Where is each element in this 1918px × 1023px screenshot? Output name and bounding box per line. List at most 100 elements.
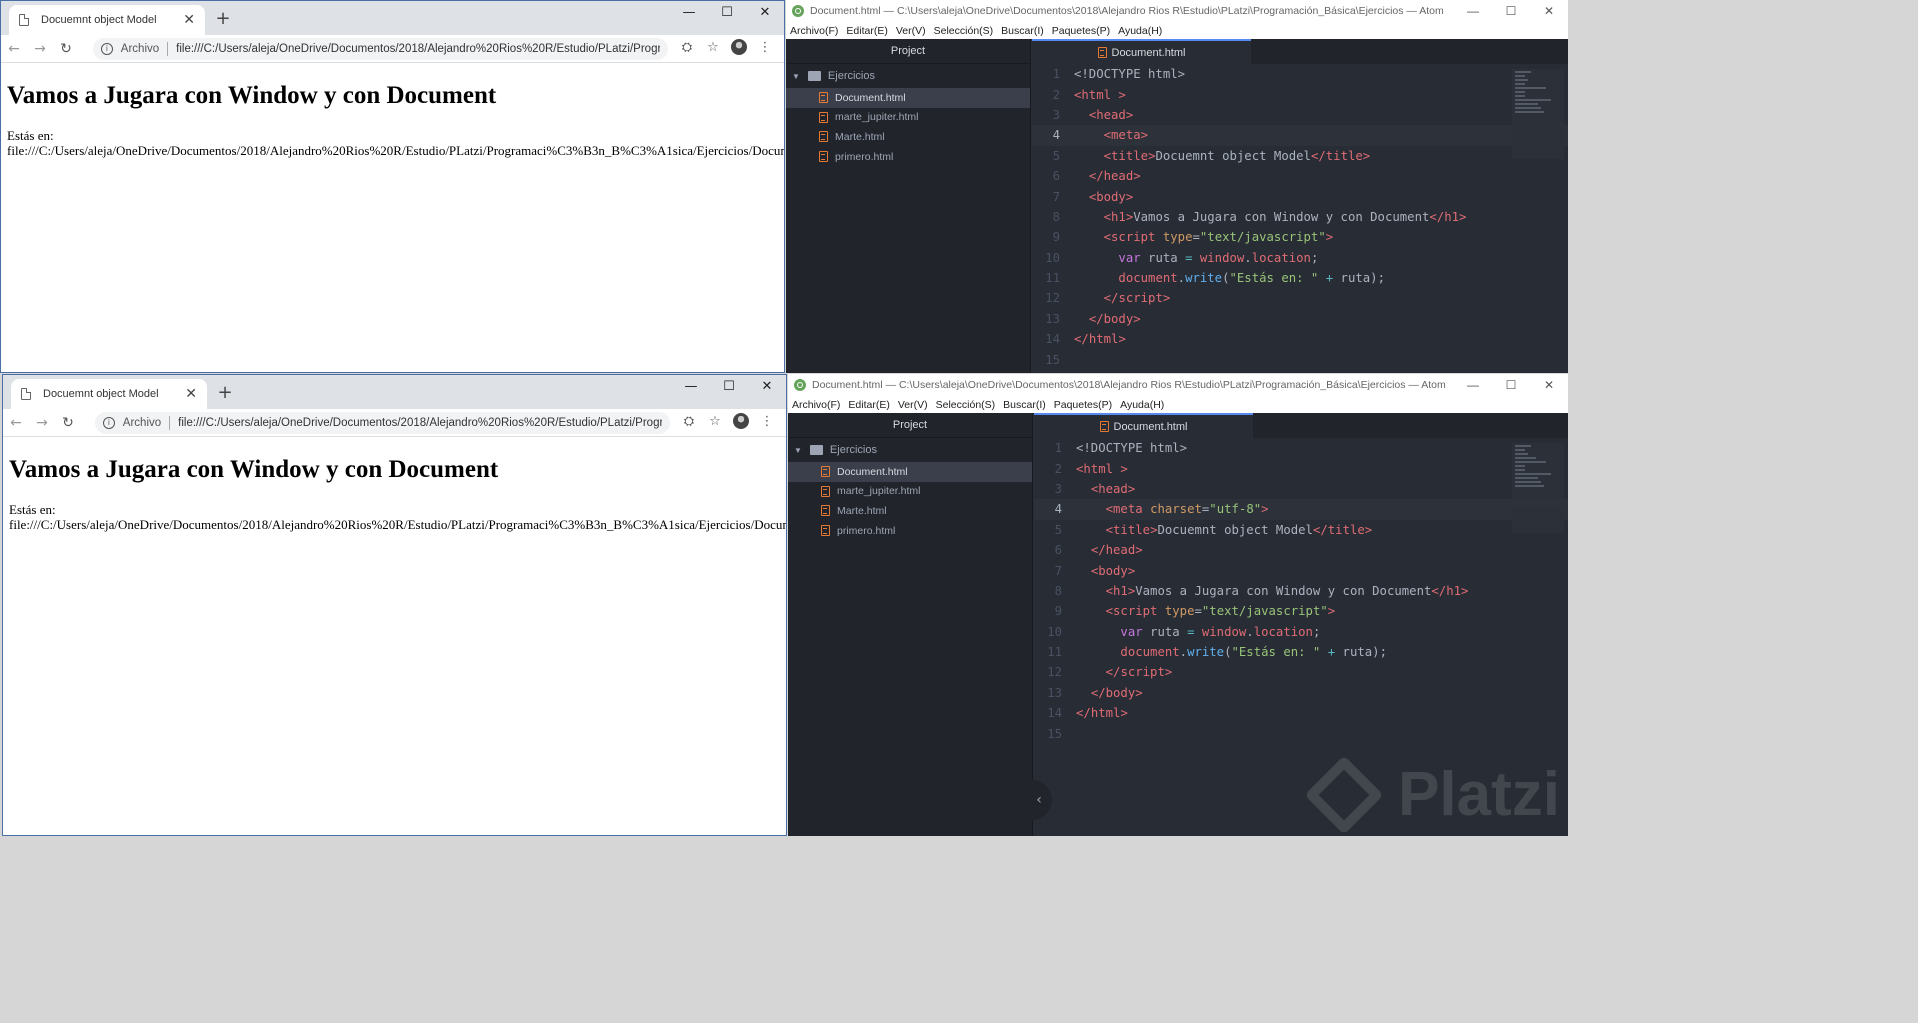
minimize-button[interactable]: — (672, 375, 710, 397)
menu-ver[interactable]: Ver(V) (896, 25, 926, 37)
menu-paquetes[interactable]: Paquetes(P) (1054, 399, 1112, 411)
menu-icon[interactable]: ⋮ (754, 414, 780, 429)
menu-ayuda[interactable]: Ayuda(H) (1120, 399, 1164, 411)
code-text: location (1251, 250, 1311, 265)
code-line: 12 </script > (1034, 662, 1568, 682)
menu-icon[interactable]: ⋮ (752, 40, 778, 55)
project-header[interactable]: Project (788, 413, 1032, 438)
avatar[interactable] (733, 413, 749, 429)
code-text: write (1185, 271, 1223, 286)
code-line: 5 < title > Docuemnt object Model </title > (1034, 520, 1568, 540)
folder-ejercicios[interactable]: ▼ Ejercicios (788, 438, 1032, 462)
back-button[interactable]: ← (1, 41, 27, 57)
close-window-button[interactable]: ✕ (1530, 374, 1568, 396)
info-icon[interactable]: i (101, 43, 113, 55)
code-line: 14 </html > (1032, 329, 1568, 349)
code-editor[interactable]: Document.html 1 <!DOCTYPE html> 2 < html > … (1034, 413, 1568, 836)
browser-tab[interactable]: Docuemnt object Model ✕ (11, 379, 207, 409)
code-text: h1 (1111, 209, 1126, 224)
code-text: charset (1150, 502, 1202, 517)
maximize-button[interactable]: ☐ (710, 375, 748, 397)
file-label: primero.html (837, 524, 896, 537)
editor-tab[interactable]: Document.html (1032, 39, 1251, 64)
menu-ver[interactable]: Ver(V) (898, 399, 928, 411)
file-item[interactable]: primero.html (786, 147, 1030, 167)
file-item[interactable]: marte_jupiter.html (786, 108, 1030, 128)
code-editor[interactable]: Document.html 1 <!DOCTYPE html> 2 < html > … (1032, 39, 1568, 373)
info-icon[interactable]: i (103, 417, 115, 429)
browser-tab[interactable]: Docuemnt object Model ✕ (9, 5, 205, 35)
file-item[interactable]: marte_jupiter.html (788, 482, 1032, 502)
reload-button[interactable]: ↻ (53, 41, 79, 57)
project-header[interactable]: Project (786, 39, 1030, 64)
menu-editar[interactable]: Editar(E) (848, 399, 889, 411)
close-window-button[interactable]: ✕ (748, 375, 786, 397)
close-window-button[interactable]: ✕ (1530, 0, 1568, 22)
line-number: 12 (1045, 291, 1060, 306)
line-number: 5 (1052, 148, 1060, 163)
star-icon[interactable]: ☆ (702, 414, 728, 429)
line-number: 1 (1054, 441, 1062, 456)
code-text: + (1327, 645, 1336, 660)
menu-archivo[interactable]: Archivo(F) (790, 25, 838, 37)
file-item[interactable]: Document.html (786, 88, 1030, 108)
code-text: script (1120, 665, 1165, 680)
code-text: document (1118, 271, 1178, 286)
code-text: Docuemnt object Model (1155, 148, 1311, 163)
new-tab-button[interactable]: + (213, 8, 233, 29)
back-button[interactable]: ← (3, 415, 29, 431)
folder-ejercicios[interactable]: ▼ Ejercicios (786, 64, 1030, 88)
page-content: Vamos a Jugara con Window y con Document… (1, 64, 784, 372)
file-item[interactable]: Document.html (788, 462, 1032, 482)
page-heading: Vamos a Jugara con Window y con Document (9, 456, 499, 483)
menu-seleccion[interactable]: Selección(S) (936, 399, 996, 411)
address-bar[interactable]: i Archivo file:///C:/Users/aleja/OneDriv… (95, 412, 670, 434)
minimap[interactable] (1512, 69, 1564, 159)
code-line: 14 </html > (1034, 703, 1568, 723)
forward-button[interactable]: → (27, 41, 53, 57)
address-separator (169, 416, 171, 430)
line-number: 14 (1047, 706, 1062, 721)
avatar[interactable] (731, 39, 747, 55)
file-item[interactable]: Marte.html (786, 127, 1030, 147)
atom-window-title: Document.html — C:\Users\aleja\OneDrive\… (810, 5, 1444, 17)
menu-buscar[interactable]: Buscar(I) (1001, 25, 1044, 37)
close-tab-icon[interactable]: ✕ (185, 386, 197, 402)
file-item[interactable]: Marte.html (788, 501, 1032, 521)
forward-button[interactable]: → (29, 415, 55, 431)
new-tab-button[interactable]: + (215, 382, 235, 403)
maximize-button[interactable]: ☐ (708, 1, 746, 23)
editor-tab[interactable]: Document.html (1034, 413, 1253, 438)
minimize-button[interactable]: — (670, 1, 708, 23)
line-number: 9 (1054, 604, 1062, 619)
code-text: = (1185, 250, 1193, 265)
menu-buscar[interactable]: Buscar(I) (1003, 399, 1046, 411)
translate-icon[interactable]: ⛭ (676, 414, 702, 429)
code-text: write (1187, 645, 1225, 660)
minimap[interactable] (1512, 443, 1564, 533)
html5-icon (819, 111, 828, 123)
atom-logo-icon (792, 5, 804, 17)
menu-ayuda[interactable]: Ayuda(H) (1118, 25, 1162, 37)
html5-icon (819, 131, 828, 143)
address-bar[interactable]: i Archivo file:///C:/Users/aleja/OneDriv… (93, 38, 668, 60)
minimize-button[interactable]: — (1454, 374, 1492, 396)
menu-archivo[interactable]: Archivo(F) (792, 399, 840, 411)
maximize-button[interactable]: ☐ (1492, 374, 1530, 396)
menu-editar[interactable]: Editar(E) (846, 25, 887, 37)
minimize-button[interactable]: — (1454, 0, 1492, 22)
code-area[interactable]: 1 <!DOCTYPE html> 2 < html > 3 < head > 4 < me… (1032, 64, 1568, 373)
close-tab-icon[interactable]: ✕ (183, 12, 195, 28)
menu-paquetes[interactable]: Paquetes(P) (1052, 25, 1110, 37)
code-text: html (1088, 332, 1119, 347)
reload-button[interactable]: ↻ (55, 415, 81, 431)
line-number: 6 (1054, 543, 1062, 558)
star-icon[interactable]: ☆ (700, 40, 726, 55)
file-item[interactable]: primero.html (788, 521, 1032, 541)
translate-icon[interactable]: ⛭ (674, 40, 700, 55)
atom-menubar: Archivo(F) Editar(E) Ver(V) Selección(S)… (786, 22, 1568, 39)
menu-seleccion[interactable]: Selección(S) (934, 25, 994, 37)
maximize-button[interactable]: ☐ (1492, 0, 1530, 22)
close-window-button[interactable]: ✕ (746, 1, 784, 23)
code-text: head (1103, 169, 1134, 184)
